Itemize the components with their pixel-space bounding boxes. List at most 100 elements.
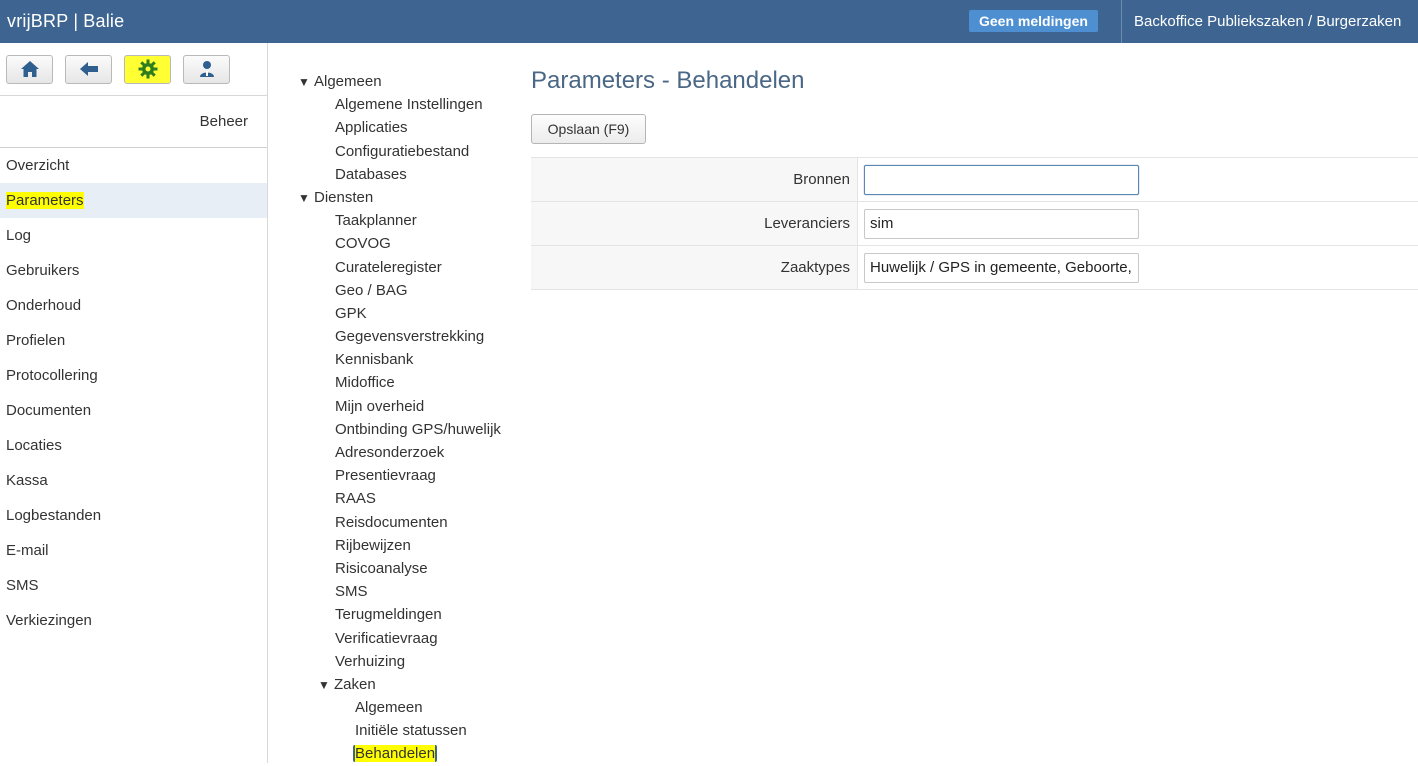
tree-item-label: Algemeen [314,73,382,90]
tree-item[interactable]: Initiële statussen [298,719,513,742]
tree-item[interactable]: Presentievraag [298,464,513,487]
tree-item[interactable]: RAAS [298,487,513,510]
sidebar-item-documenten[interactable]: Documenten [0,393,267,428]
tree-item-label: Databases [335,165,407,183]
tree-item-label: Algemene Instellingen [335,96,483,114]
tree-item-label: Verhuizing [335,652,406,670]
back-button[interactable] [65,54,112,84]
settings-button[interactable] [124,54,171,84]
toolbar [0,43,267,96]
sidebar-item-label: Overzicht [6,157,70,174]
brand-separator: | [73,11,79,31]
sidebar-item-e-mail[interactable]: E-mail [0,533,267,568]
sidebar-item-label: Profielen [6,332,66,349]
sidebar-item-label: Documenten [6,402,92,419]
tree-item[interactable]: Databases [298,163,513,186]
tree-item[interactable]: Terugmeldingen [298,603,513,626]
sidebar-item-label: Logbestanden [6,507,102,524]
app-brand[interactable]: vrijBRP | Balie [0,11,124,32]
tree-item[interactable]: Geo / BAG [298,279,513,302]
zaaktypes-input[interactable] [864,252,1139,283]
tree-item-label: Reisdocumenten [335,513,448,531]
sidebar-item-protocollering[interactable]: Protocollering [0,358,267,393]
tree-item-label: Configuratiebestand [335,142,470,160]
sidebar-item-label: Onderhoud [6,297,82,314]
tree-group-zaken[interactable]: ▼ Zaken [298,673,513,696]
sidebar-item-profielen[interactable]: Profielen [0,323,267,358]
tree-item-label: Risicoanalyse [335,559,428,577]
sidebar-item-label: Verkiezingen [6,612,92,629]
tree-item[interactable]: Adresonderzoek [298,441,513,464]
tree-item-label: RAAS [335,490,376,508]
tree-item[interactable]: Configuratiebestand [298,140,513,163]
tree-item[interactable]: Ontbinding GPS/huwelijk [298,418,513,441]
tree-item-label: Terugmeldingen [335,606,442,624]
sidebar-item-label: Protocollering [6,367,98,384]
page-title: Parameters - Behandelen [531,67,805,94]
tree-item-label: Taakplanner [335,212,417,230]
tree-item-label: Initiële statussen [355,722,467,740]
sidebar-item-logbestanden[interactable]: Logbestanden [0,498,267,533]
sidebar-item-kassa[interactable]: Kassa [0,463,267,498]
bronnen-input[interactable] [864,164,1139,195]
section-title: Beheer [0,96,267,148]
sidebar-item-label: Locaties [6,437,62,454]
tree-item-label: Midoffice [335,374,395,392]
tree-item-label: GPK [335,304,367,322]
tree-group-diensten[interactable]: ▼ Diensten [298,186,513,209]
tree-item-label: SMS [335,583,368,601]
tree-item-label: Ontbinding GPS/huwelijk [335,420,501,438]
sidebar-item-gebruikers[interactable]: Gebruikers [0,253,267,288]
app-module: Balie [83,11,125,31]
form-row: Zaaktypes [531,246,1418,290]
sidebar-item-parameters[interactable]: Parameters [0,183,267,218]
caret-down-icon[interactable]: ▼ [298,71,314,94]
home-button[interactable] [6,54,53,84]
field-label: Leveranciers [531,202,858,245]
user-context[interactable]: Backoffice Publiekszaken / Burgerzaken [1121,0,1418,43]
tree-item-label: Algemeen [355,699,423,717]
tree-item[interactable]: SMS [298,580,513,603]
tree-item[interactable]: Gegevensverstrekking [298,325,513,348]
form-row: Leveranciers [531,202,1418,246]
tree-item[interactable]: Behandelen [298,742,513,765]
tree-item-label: Kennisbank [335,351,414,369]
tree-item[interactable]: Verhuizing [298,650,513,673]
sidebar-item-overzicht[interactable]: Overzicht [0,148,267,183]
sidebar-item-log[interactable]: Log [0,218,267,253]
tree-item[interactable]: Mijn overheid [298,395,513,418]
sidebar-item-onderhoud[interactable]: Onderhoud [0,288,267,323]
tree-item-label: Geo / BAG [335,281,408,299]
tree-item-label: Behandelen [355,745,436,763]
user-icon [199,61,214,77]
home-icon [20,61,39,77]
caret-down-icon[interactable]: ▼ [298,187,314,210]
selected-tree-item[interactable]: Behandelen [353,745,438,763]
tree-item[interactable]: GPK [298,302,513,325]
tree-item[interactable]: Algemeen [298,696,513,719]
tree-item[interactable]: Midoffice [298,371,513,394]
top-bar: vrijBRP | Balie Geen meldingen Backoffice … [0,0,1418,43]
sidebar-item-sms[interactable]: SMS [0,568,267,603]
tree-item[interactable]: Reisdocumenten [298,511,513,534]
tree-item[interactable]: Algemene Instellingen [298,93,513,116]
tree-item[interactable]: Kennisbank [298,348,513,371]
tree-item[interactable]: Taakplanner [298,209,513,232]
leveranciers-input[interactable] [864,208,1139,239]
user-button[interactable] [183,54,230,84]
tree-item[interactable]: Verificatievraag [298,627,513,650]
field-container [858,158,1139,201]
tree-item[interactable]: Curateleregister [298,256,513,279]
save-button[interactable]: Opslaan (F9) [531,114,646,144]
tree-item[interactable]: Risicoanalyse [298,557,513,580]
tree-item[interactable]: Applicaties [298,116,513,139]
sidebar-item-label: SMS [6,577,39,594]
tree-group-algemeen[interactable]: ▼ Algemeen [298,70,513,93]
caret-down-icon[interactable]: ▼ [318,674,334,697]
tree-item[interactable]: Rijbewijzen [298,534,513,557]
sidebar-item-label: Log [6,227,32,244]
sidebar-item-locaties[interactable]: Locaties [0,428,267,463]
notifications-badge[interactable]: Geen meldingen [969,10,1098,32]
sidebar-item-verkiezingen[interactable]: Verkiezingen [0,603,267,638]
tree-item[interactable]: COVOG [298,232,513,255]
